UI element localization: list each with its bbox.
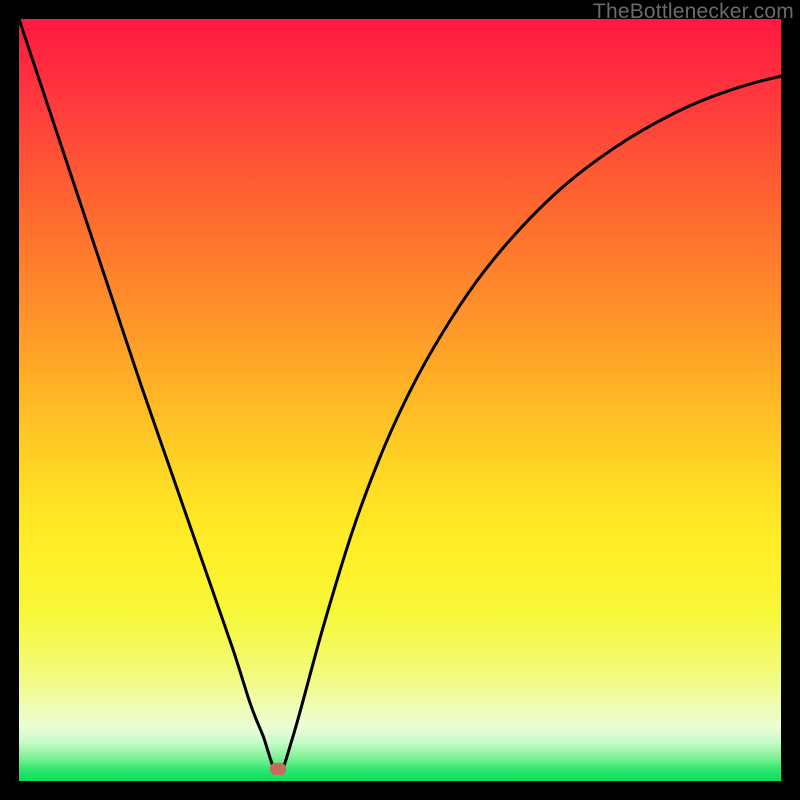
bottleneck-curve xyxy=(19,19,781,781)
chart-area xyxy=(19,19,781,781)
optimal-point-marker xyxy=(270,763,286,775)
